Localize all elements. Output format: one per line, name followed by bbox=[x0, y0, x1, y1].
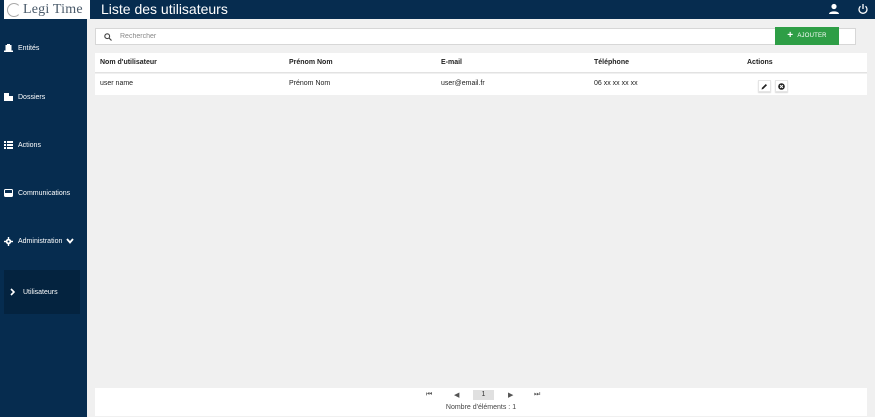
page-title: Liste des utilisateurs bbox=[101, 1, 228, 17]
chevron-down-icon[interactable] bbox=[66, 238, 75, 244]
sidebar: Entités Dossiers Actions Communications … bbox=[0, 19, 87, 417]
column-header-email[interactable]: E-mail bbox=[441, 59, 462, 66]
element-count: Nombre d'éléments : 1 bbox=[445, 404, 517, 411]
next-page-icon[interactable]: ▶ bbox=[508, 391, 513, 399]
delete-button[interactable] bbox=[775, 80, 788, 92]
cell-username: user name bbox=[100, 80, 134, 87]
table-header: Nom d'utilisateur Prénom Nom E-mail Télé… bbox=[95, 53, 867, 73]
cell-name: Prénom Nom bbox=[289, 80, 331, 87]
prev-page-icon[interactable]: ◀ bbox=[454, 391, 459, 399]
sidebar-item-entites[interactable]: Entités bbox=[0, 38, 87, 58]
sidebar-item-label: Communications bbox=[18, 189, 71, 197]
first-page-icon[interactable]: ⏮ bbox=[426, 391, 432, 399]
list-icon bbox=[4, 141, 13, 149]
sidebar-item-administration[interactable]: Administration bbox=[0, 231, 87, 251]
pencil-icon bbox=[761, 83, 767, 89]
cell-email: user@email.fr bbox=[441, 80, 485, 87]
search-input[interactable] bbox=[120, 33, 720, 40]
add-button[interactable]: + AJOUTER bbox=[775, 27, 839, 45]
search-icon bbox=[104, 32, 112, 41]
column-header-phone[interactable]: Téléphone bbox=[594, 59, 629, 66]
user-icon[interactable] bbox=[828, 3, 840, 15]
sidebar-subitem-label: Utilisateurs bbox=[23, 288, 58, 296]
column-header-username[interactable]: Nom d'utilisateur bbox=[100, 59, 157, 66]
sidebar-item-label: Administration bbox=[18, 237, 63, 245]
sidebar-item-utilisateurs[interactable]: Utilisateurs bbox=[4, 270, 80, 314]
last-page-icon[interactable]: ⏭ bbox=[534, 391, 540, 399]
chevron-right-icon bbox=[10, 288, 15, 296]
logo-text: Legi Time bbox=[23, 1, 83, 17]
building-icon bbox=[4, 44, 13, 52]
top-bar: Legi Time Liste des utilisateurs bbox=[0, 0, 875, 19]
column-header-actions: Actions bbox=[747, 59, 773, 66]
power-icon[interactable] bbox=[857, 3, 869, 15]
sidebar-item-actions[interactable]: Actions bbox=[0, 135, 87, 155]
files-icon bbox=[4, 93, 13, 101]
main-content: + AJOUTER Nom d'utilisateur Prénom Nom E… bbox=[87, 19, 875, 417]
pagination: ⏮ ◀ 1 ▶ ⏭ Nombre d'éléments : 1 bbox=[95, 388, 867, 416]
page-number[interactable]: 1 bbox=[473, 390, 494, 400]
sidebar-item-label: Actions bbox=[18, 141, 41, 149]
gear-icon bbox=[4, 236, 13, 246]
search-bar[interactable] bbox=[95, 28, 856, 45]
add-button-label: AJOUTER bbox=[797, 33, 827, 39]
sidebar-item-dossiers[interactable]: Dossiers bbox=[0, 87, 87, 107]
cell-phone: 06 xx xx xx xx bbox=[594, 80, 638, 87]
edit-button[interactable] bbox=[758, 80, 771, 92]
plus-icon: + bbox=[787, 30, 794, 41]
app-logo[interactable]: Legi Time bbox=[4, 0, 90, 19]
inbox-icon bbox=[4, 189, 13, 197]
sidebar-item-communications[interactable]: Communications bbox=[0, 183, 87, 203]
close-circle-icon bbox=[778, 82, 785, 90]
column-header-name[interactable]: Prénom Nom bbox=[289, 59, 333, 66]
table-row[interactable]: user name Prénom Nom user@email.fr 06 xx… bbox=[95, 74, 867, 95]
sidebar-item-label: Dossiers bbox=[18, 93, 46, 101]
sidebar-item-label: Entités bbox=[18, 44, 40, 52]
logo-mark-icon bbox=[7, 2, 21, 17]
